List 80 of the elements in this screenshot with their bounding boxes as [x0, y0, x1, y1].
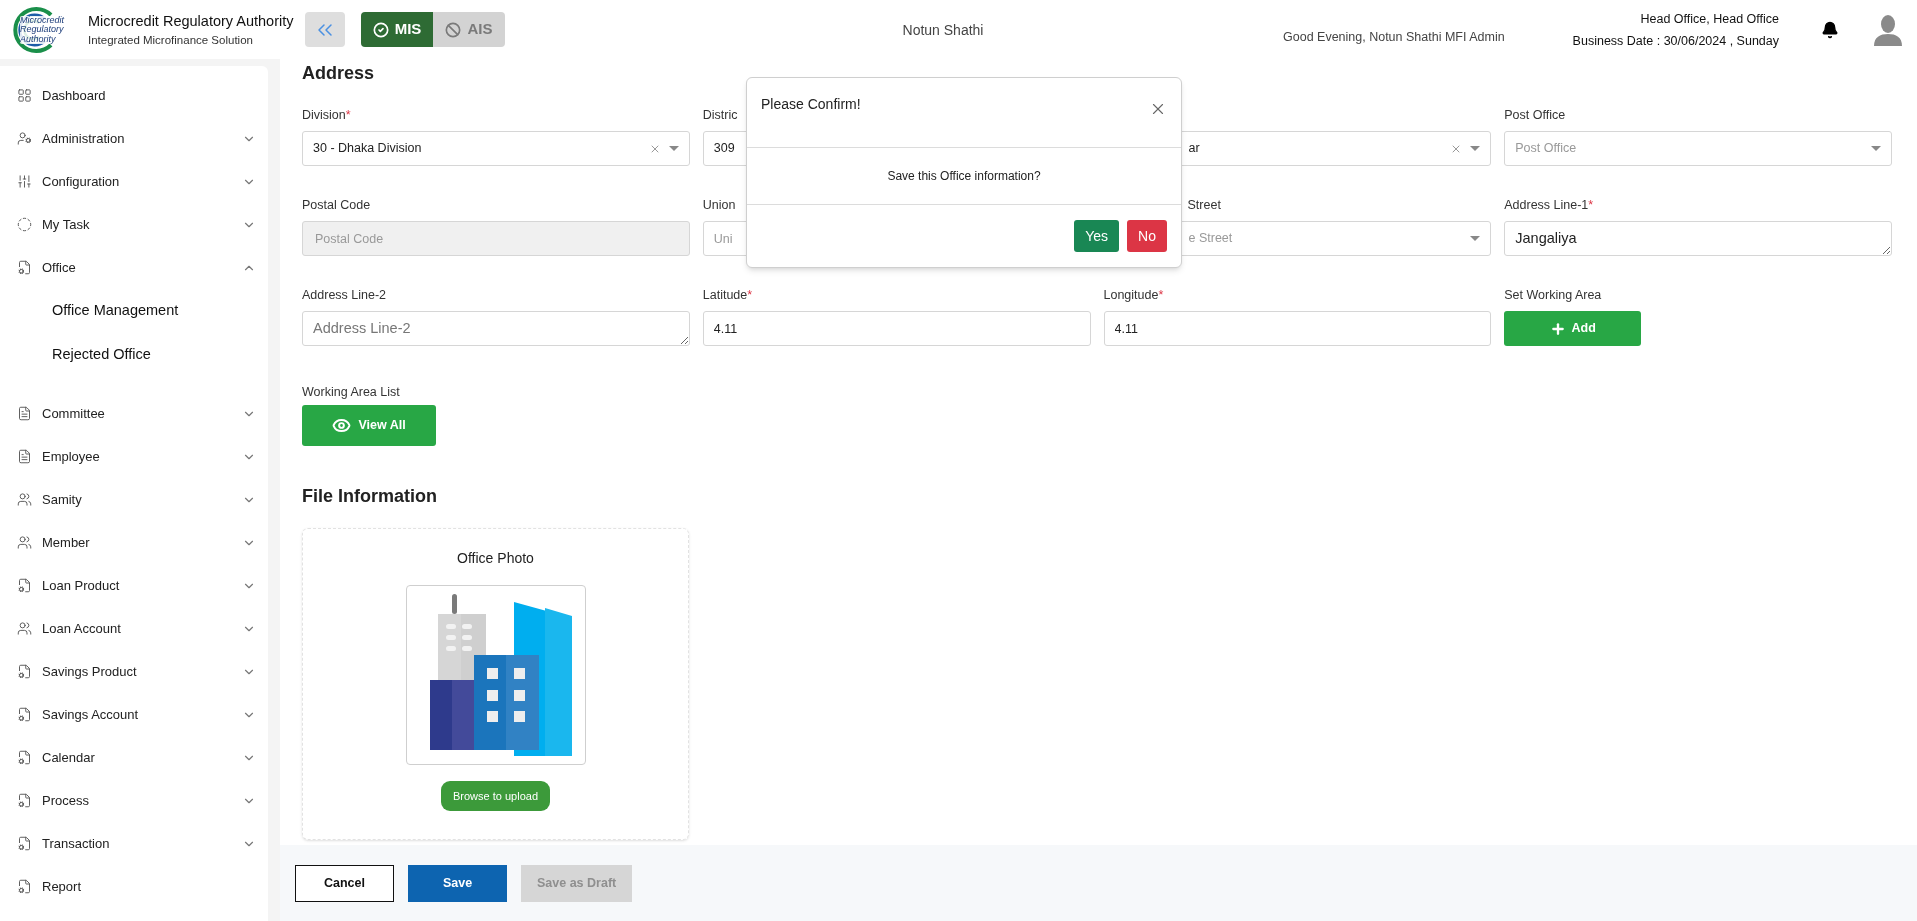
- module-tab[interactable]: MIS: [361, 12, 433, 47]
- field-label: Postal Code: [302, 197, 372, 214]
- sidebar-item[interactable]: Samity: [0, 478, 268, 521]
- sidebar-item[interactable]: Member: [0, 521, 268, 564]
- user-avatar-icon[interactable]: [1873, 13, 1903, 46]
- business-date: Business Date : 30/06/2024 , Sunday: [1572, 32, 1779, 50]
- office-name: Head Office, Head Office: [1640, 10, 1779, 28]
- sidebar-item[interactable]: Administration: [0, 117, 268, 160]
- sliders-icon: [17, 174, 32, 189]
- section-title: File Information: [302, 485, 438, 508]
- document-gear-icon: [17, 260, 32, 275]
- sidebar-item[interactable]: Loan Product: [0, 564, 268, 607]
- sidebar-item[interactable]: Transaction: [0, 822, 268, 865]
- document-gear-icon: [17, 879, 32, 894]
- grid-icon: [17, 88, 32, 103]
- app-title: Microcredit Regulatory Authority: [88, 11, 295, 31]
- select-field[interactable]: 30 - Dhaka Division: [302, 131, 690, 166]
- section-title: Address: [302, 62, 376, 85]
- dialog-title: Please Confirm!: [761, 95, 861, 114]
- document-gear-icon: [17, 793, 32, 808]
- group-icon: [17, 492, 32, 507]
- blocked-icon: [445, 21, 462, 38]
- caret-icon: [1470, 145, 1481, 152]
- document-gear-icon: [17, 750, 32, 765]
- sidebar-item[interactable]: Office: [0, 246, 268, 289]
- user-gear-icon: [17, 131, 32, 146]
- sidebar-item[interactable]: Dashboard: [0, 74, 268, 117]
- document-gear-icon: [17, 664, 32, 679]
- caret-icon: [1871, 145, 1881, 152]
- photo-label: Office Photo: [457, 549, 534, 568]
- caret-icon: [1470, 235, 1481, 242]
- eye-icon: [332, 416, 352, 435]
- sidebar-subitem[interactable]: Office Management: [0, 289, 268, 333]
- document-icon: [17, 406, 32, 421]
- sidebar-item[interactable]: Loan Account: [0, 607, 268, 650]
- browse-button[interactable]: Browse to upload: [441, 781, 550, 811]
- field-label: Post Office: [1504, 107, 1567, 124]
- text-field[interactable]: 4.11: [702, 311, 1091, 346]
- group-icon: [17, 621, 32, 636]
- greeting-text: Good Evening, Notun Shathi MFI Admin: [1283, 29, 1505, 47]
- notification-bell-icon[interactable]: [1821, 20, 1839, 39]
- dialog-button[interactable]: No: [1127, 220, 1167, 252]
- text-field[interactable]: 4.11: [1103, 311, 1492, 346]
- document-icon: [17, 449, 32, 464]
- document-gear-icon: [17, 578, 32, 593]
- sidebar-item[interactable]: Employee: [0, 435, 268, 478]
- caret-icon: [668, 145, 679, 152]
- field-label: Division*: [302, 107, 352, 124]
- field-label: Union: [702, 197, 737, 214]
- field-label: Working Area List: [302, 384, 401, 401]
- field-label: Set Working Area: [1504, 287, 1603, 304]
- app-subtitle: Integrated Microfinance Solution: [88, 32, 254, 48]
- sidebar-item[interactable]: Committee: [0, 392, 268, 435]
- group-icon: [17, 535, 32, 550]
- sidebar-subitem[interactable]: Rejected Office: [0, 333, 268, 377]
- plus-icon: [1549, 320, 1566, 337]
- text-area-field[interactable]: Jangaliya: [1504, 221, 1892, 256]
- dialog-message: Save this Office information?: [887, 168, 1041, 185]
- sidebar-item[interactable]: Savings Product: [0, 650, 268, 693]
- sidebar-item[interactable]: My Task: [0, 203, 268, 246]
- field-label: Address Line-2: [302, 287, 388, 304]
- dialog-button[interactable]: Yes: [1074, 220, 1120, 252]
- form-action-button[interactable]: Cancel: [295, 864, 394, 902]
- sidebar-item[interactable]: Process: [0, 779, 268, 822]
- organization-name: Notun Shathi: [902, 21, 984, 38]
- sidebar-item[interactable]: Calendar: [0, 736, 268, 779]
- text-area-field[interactable]: Address Line-2: [302, 311, 690, 346]
- field-label: Distric: [702, 107, 739, 124]
- field-label: Street: [1186, 197, 1222, 214]
- check-icon: [372, 21, 389, 38]
- sidebar-item[interactable]: Configuration: [0, 160, 268, 203]
- field-label: Longitude*: [1103, 287, 1165, 304]
- document-gear-icon: [17, 707, 32, 722]
- form-action-button[interactable]: Save: [408, 864, 507, 902]
- sidebar-item[interactable]: Report: [0, 865, 268, 908]
- field-label: Address Line-1*: [1504, 197, 1595, 214]
- field-label: Latitude*: [702, 287, 754, 304]
- sidebar-item[interactable]: Savings Account: [0, 693, 268, 736]
- dashed-circle-icon: [17, 217, 32, 232]
- document-gear-icon: [17, 836, 32, 851]
